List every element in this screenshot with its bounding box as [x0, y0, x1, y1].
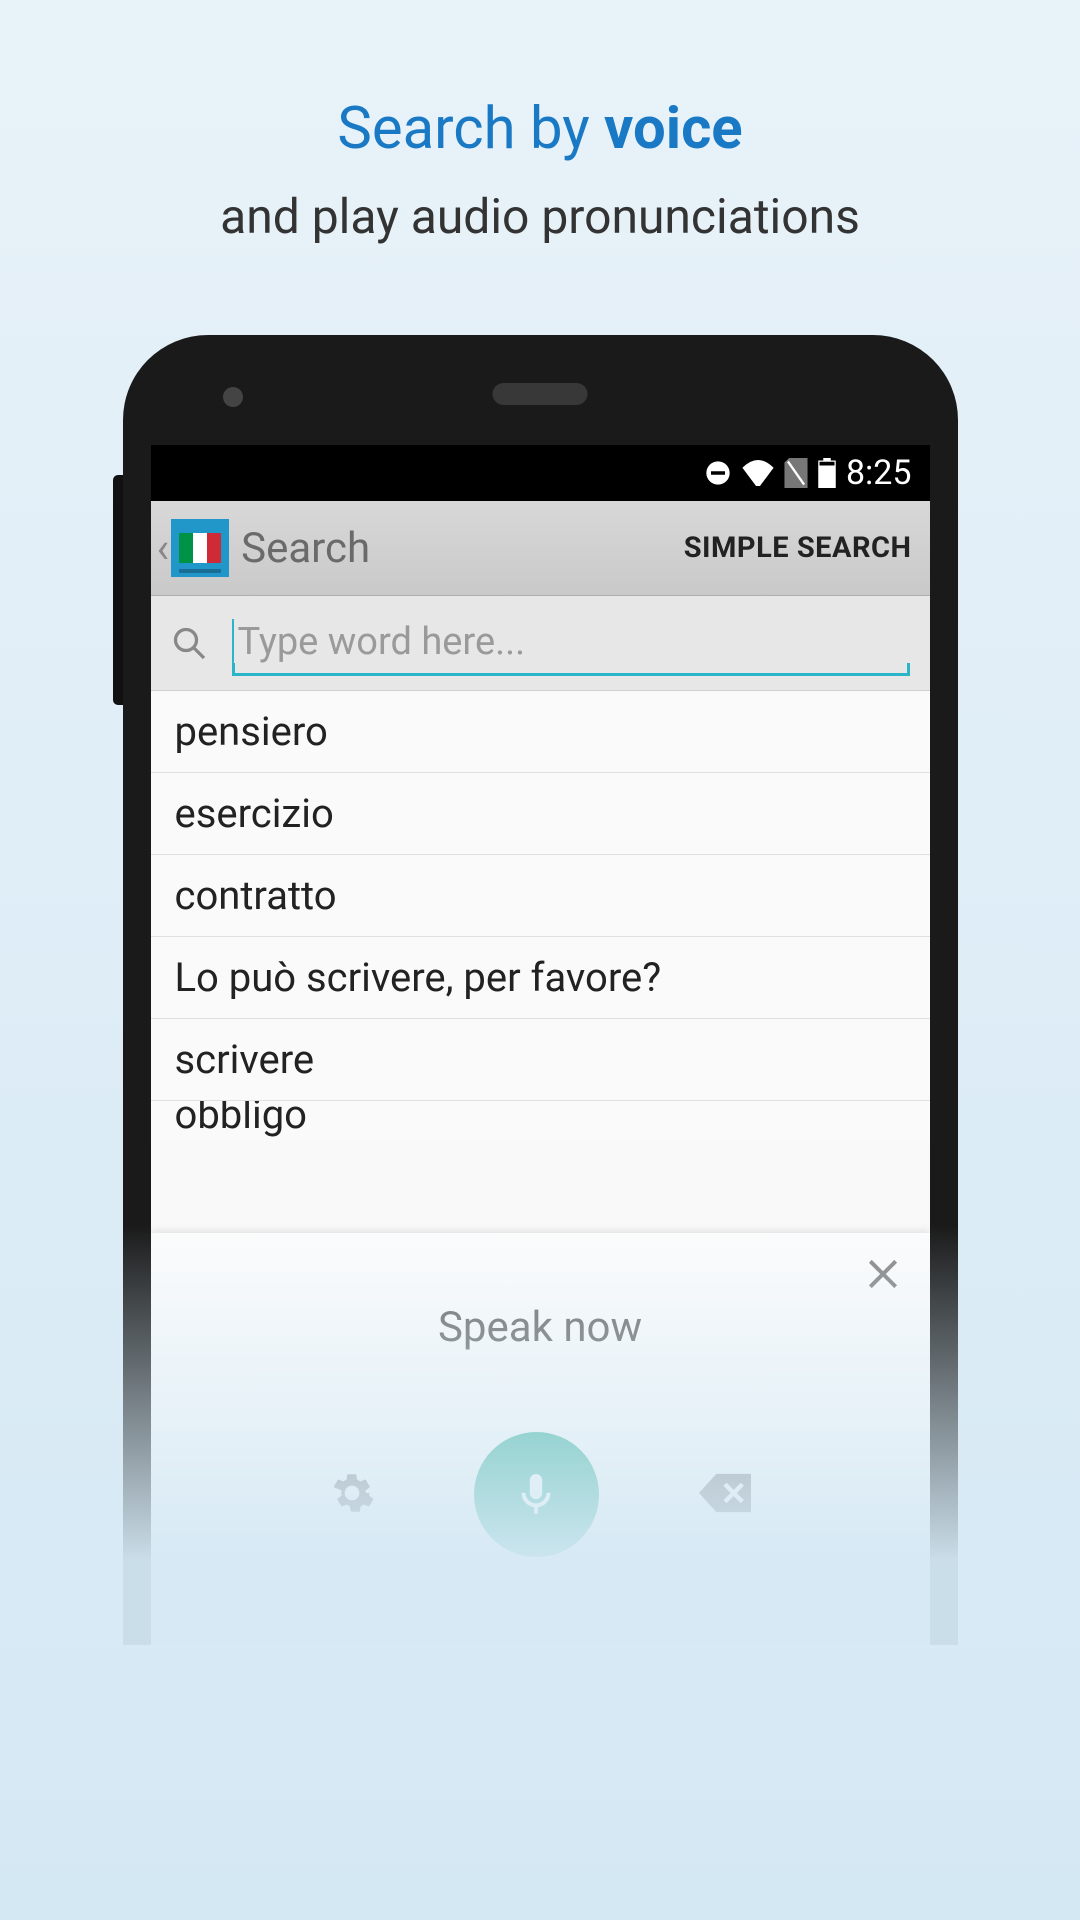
app-bar: ‹ Search SIMPLE SEARCH [151, 501, 930, 596]
simple-search-button[interactable]: SIMPLE SEARCH [684, 531, 912, 565]
voice-panel: Speak now [151, 1233, 930, 1645]
phone-top [123, 335, 958, 445]
search-input[interactable]: Type word here... [232, 611, 910, 676]
search-placeholder: Type word here... [238, 620, 526, 664]
voice-controls [330, 1432, 751, 1557]
promo-subtitle: and play audio pronunciations [220, 188, 860, 245]
app-bar-title: Search [241, 524, 684, 573]
search-row: Type word here... [151, 596, 930, 691]
list-item[interactable]: scrivere [151, 1019, 930, 1101]
app-icon[interactable] [171, 519, 229, 577]
back-icon[interactable]: ‹ [157, 524, 170, 573]
sim-icon [784, 458, 808, 488]
battery-icon [818, 458, 836, 488]
italian-flag-icon [179, 533, 221, 563]
list-item[interactable]: Lo può scrivere, per favore? [151, 937, 930, 1019]
phone-side-button [113, 475, 123, 705]
wifi-icon [742, 460, 774, 486]
promo-title: Search by voice [337, 95, 742, 163]
list-item[interactable]: esercizio [151, 773, 930, 855]
voice-panel-title: Speak now [438, 1303, 642, 1352]
do-not-disturb-icon [704, 459, 732, 487]
list-item[interactable]: contratto [151, 855, 930, 937]
word-list: pensiero esercizio contratto Lo può scri… [151, 691, 930, 1141]
list-item[interactable]: obbligo [151, 1101, 930, 1141]
promo-title-bold: voice [604, 95, 743, 163]
screen: 8:25 ‹ Search SIMPLE SEARCH [151, 445, 930, 1645]
backspace-icon[interactable] [699, 1473, 751, 1517]
phone-frame: 8:25 ‹ Search SIMPLE SEARCH [123, 335, 958, 1645]
gear-icon[interactable] [330, 1471, 374, 1519]
search-icon [171, 625, 207, 661]
list-item[interactable]: pensiero [151, 691, 930, 773]
microphone-button[interactable] [474, 1432, 599, 1557]
promo-title-prefix: Search by [337, 95, 604, 163]
status-time: 8:25 [846, 453, 912, 493]
text-cursor [232, 619, 234, 665]
status-bar: 8:25 [151, 445, 930, 501]
close-icon[interactable] [864, 1255, 902, 1303]
